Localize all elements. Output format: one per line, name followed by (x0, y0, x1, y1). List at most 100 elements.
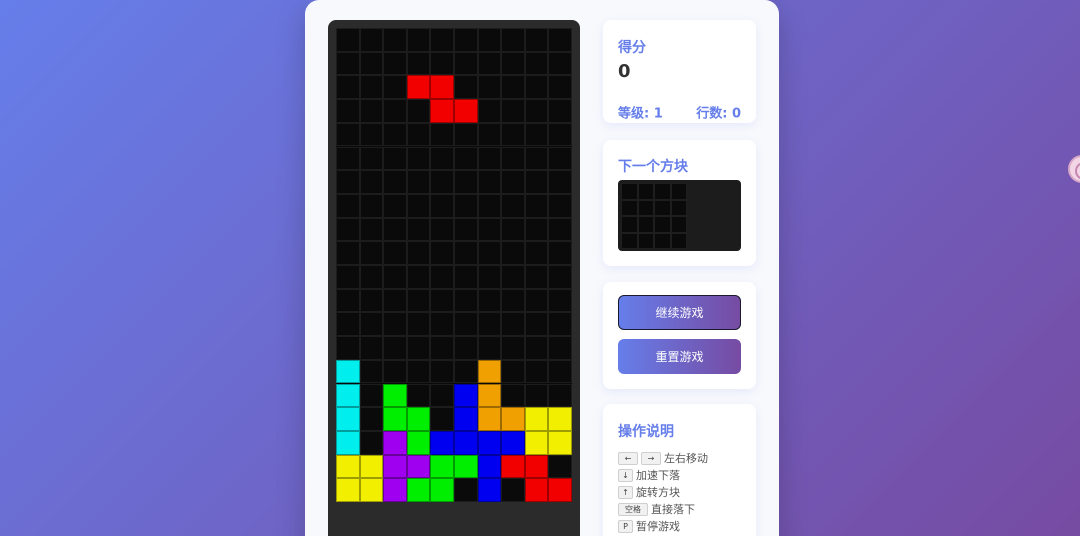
board-cell (524, 336, 549, 360)
board-cell (524, 359, 549, 384)
board-cell (406, 383, 431, 408)
next-grid-cell (670, 199, 687, 216)
board-cell (359, 75, 384, 100)
board-cell (406, 336, 431, 360)
board-cell (406, 265, 431, 289)
board-block (548, 407, 572, 431)
board-cell (548, 51, 572, 76)
board-cell (430, 336, 454, 360)
lines-stat: 行数: 0 (696, 106, 741, 122)
resume-game-button[interactable]: 继续游戏 (618, 295, 741, 330)
board-block (383, 383, 407, 408)
board-cell (548, 28, 572, 52)
help-row-pause: P 暂停游戏 (618, 518, 680, 534)
board-cell (383, 51, 407, 76)
next-grid-cell (654, 199, 671, 216)
board-cell (406, 170, 431, 194)
board-block (524, 430, 549, 455)
board-cell (454, 28, 478, 52)
board-cell (430, 265, 454, 289)
board-cell (336, 75, 360, 100)
board-cell (477, 241, 502, 265)
help-text-move: 左右移动 (664, 452, 708, 465)
help-row-hard-drop: 空格 直接落下 (618, 501, 695, 517)
board-cell (501, 241, 525, 265)
board-cell (430, 170, 454, 194)
board-cell (359, 288, 384, 313)
board-block (430, 478, 454, 502)
board-cell (524, 312, 549, 337)
board-cell (359, 359, 384, 384)
board-cell (501, 478, 525, 502)
board-cell (336, 99, 360, 123)
board-block (524, 407, 549, 431)
reset-game-button[interactable]: 重置游戏 (618, 339, 741, 374)
board-cell (383, 241, 407, 265)
board-block (501, 454, 525, 479)
board-cell (477, 288, 502, 313)
board-cell (501, 75, 525, 100)
next-grid-cell (637, 216, 654, 233)
board-cell (383, 359, 407, 384)
board-cell (548, 146, 572, 171)
board-cell (477, 217, 502, 242)
next-grid-cell (654, 183, 671, 200)
board-cell (406, 312, 431, 337)
board-cell (430, 288, 454, 313)
board-cell (430, 241, 454, 265)
help-row-move: ← → 左右移动 (618, 450, 708, 466)
board-cell (359, 407, 384, 431)
board-block (406, 454, 431, 479)
board-block (336, 383, 360, 408)
board-cell (430, 312, 454, 337)
help-text-rotate: 旋转方块 (636, 486, 680, 499)
board-block (406, 478, 431, 502)
instructions-panel: 操作说明 ← → 左右移动 ↓ 加速下落 ↑ 旋转方块 空格 直接落下 P 暂停… (603, 404, 756, 536)
board-cell (430, 146, 454, 171)
board-block (548, 478, 572, 502)
board-cell (359, 241, 384, 265)
board-cell (359, 265, 384, 289)
board-cell (524, 146, 549, 171)
board-block (501, 407, 525, 431)
score-title: 得分 (618, 40, 646, 56)
board-cell (336, 28, 360, 52)
board-cell (336, 312, 360, 337)
board-cell (336, 265, 360, 289)
board-cell (430, 28, 454, 52)
board-block (477, 430, 502, 455)
help-row-rotate: ↑ 旋转方块 (618, 484, 680, 500)
board-cell (477, 28, 502, 52)
board-cell (406, 288, 431, 313)
board-cell (336, 170, 360, 194)
board-cell (548, 170, 572, 194)
board-block (383, 430, 407, 455)
board-cell (477, 75, 502, 100)
board-cell (383, 217, 407, 242)
board-cell (524, 217, 549, 242)
next-grid-cell (670, 216, 687, 233)
game-board-frame (328, 20, 580, 536)
control-buttons-panel: 继续游戏 重置游戏 (603, 282, 756, 389)
board-cell (477, 193, 502, 218)
board-cell (383, 28, 407, 52)
board-cell (406, 359, 431, 384)
next-grid-cell (637, 199, 654, 216)
board-block (477, 359, 502, 384)
board-cell (359, 217, 384, 242)
board-cell (430, 407, 454, 431)
level-stat: 等级: 1 (618, 106, 663, 122)
board-cell (359, 51, 384, 76)
next-grid-cell (621, 183, 638, 200)
board-cell (336, 288, 360, 313)
board-block (454, 430, 478, 455)
board-cell (359, 99, 384, 123)
board-cell (477, 170, 502, 194)
board-block (430, 75, 454, 100)
board-cell (359, 146, 384, 171)
next-piece-panel: 下一个方块 (603, 140, 756, 266)
floating-assistant-icon[interactable] (1068, 155, 1080, 183)
game-board[interactable] (336, 28, 572, 502)
board-cell (406, 241, 431, 265)
board-cell (406, 28, 431, 52)
